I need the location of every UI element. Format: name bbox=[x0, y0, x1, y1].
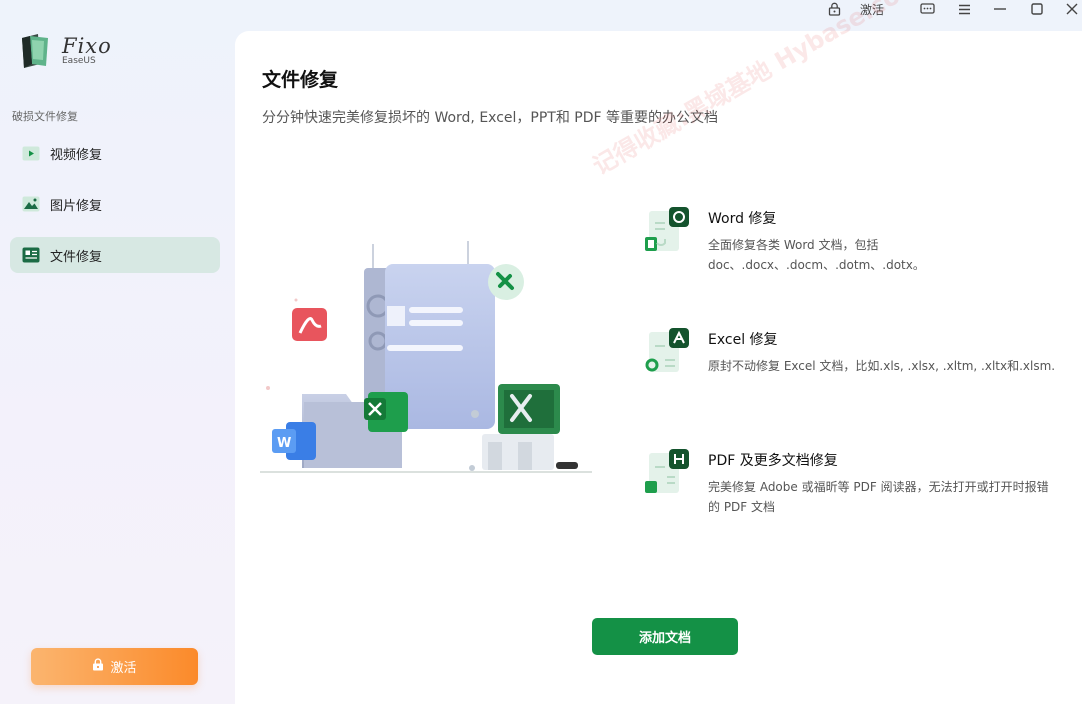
feature-title: PDF 及更多文档修复 bbox=[708, 453, 838, 469]
image-icon bbox=[22, 196, 40, 212]
excel-repair-icon bbox=[643, 328, 693, 378]
page-title: 文件修复 bbox=[262, 69, 339, 91]
main-panel: 文件修复 分分钟快速完美修复损坏的 Word, Excel，PPT和 PDF 等… bbox=[235, 0, 1082, 704]
maximize-icon[interactable] bbox=[1027, 0, 1047, 18]
watermark: 记得收藏:黑域基地 Hybase.com bbox=[588, 0, 927, 181]
feature-desc: 原封不动修复 Excel 文档，比如.xls, .xlsx, .xltm, .x… bbox=[708, 359, 1056, 373]
sidebar-item-video-repair[interactable]: 视频修复 bbox=[10, 135, 220, 171]
activate-link[interactable]: 激活 bbox=[855, 0, 889, 18]
sidebar-item-image-repair[interactable]: 图片修复 bbox=[10, 186, 220, 222]
page-subtitle: 分分钟快速完美修复损坏的 Word, Excel，PPT和 PDF 等重要的办公… bbox=[262, 110, 719, 126]
feedback-icon[interactable] bbox=[917, 0, 937, 18]
app-name: Fixo bbox=[62, 33, 112, 58]
feature-desc: 全面修复各类 Word 文档，包括 doc、.docx、.docm、.dotm、… bbox=[708, 238, 925, 272]
minimize-icon[interactable] bbox=[990, 0, 1010, 18]
svg-text:W: W bbox=[277, 436, 291, 451]
sidebar-item-label: 图片修复 bbox=[50, 198, 103, 214]
feature-title: Excel 修复 bbox=[708, 332, 778, 348]
add-document-button[interactable]: 添加文档 bbox=[592, 618, 738, 655]
feature-desc: 完美修复 Adobe 或福昕等 PDF 阅读器，无法打开或打开时报错的 PDF … bbox=[708, 480, 1049, 514]
activate-button[interactable]: 激活 bbox=[31, 648, 198, 685]
activate-button-label: 激活 bbox=[110, 661, 137, 676]
word-repair-icon bbox=[643, 207, 693, 257]
document-icon bbox=[22, 247, 40, 263]
sidebar-item-file-repair[interactable]: 文件修复 bbox=[10, 237, 220, 273]
sidebar-item-label: 文件修复 bbox=[50, 249, 103, 265]
menu-icon[interactable] bbox=[954, 0, 974, 18]
lock-icon[interactable] bbox=[826, 0, 842, 18]
pdf-repair-icon bbox=[643, 449, 693, 499]
feature-title: Word 修复 bbox=[708, 211, 777, 227]
sidebar-item-label: 视频修复 bbox=[50, 147, 103, 163]
close-icon[interactable] bbox=[1062, 0, 1082, 18]
file-repair-illustration: W bbox=[260, 236, 600, 486]
sidebar-section-label: 破损文件修复 bbox=[12, 110, 78, 123]
lock-icon bbox=[92, 658, 104, 675]
fixo-logo-icon bbox=[18, 30, 54, 70]
app-logo: Fixo EaseUS bbox=[18, 30, 112, 70]
video-icon bbox=[22, 145, 40, 161]
